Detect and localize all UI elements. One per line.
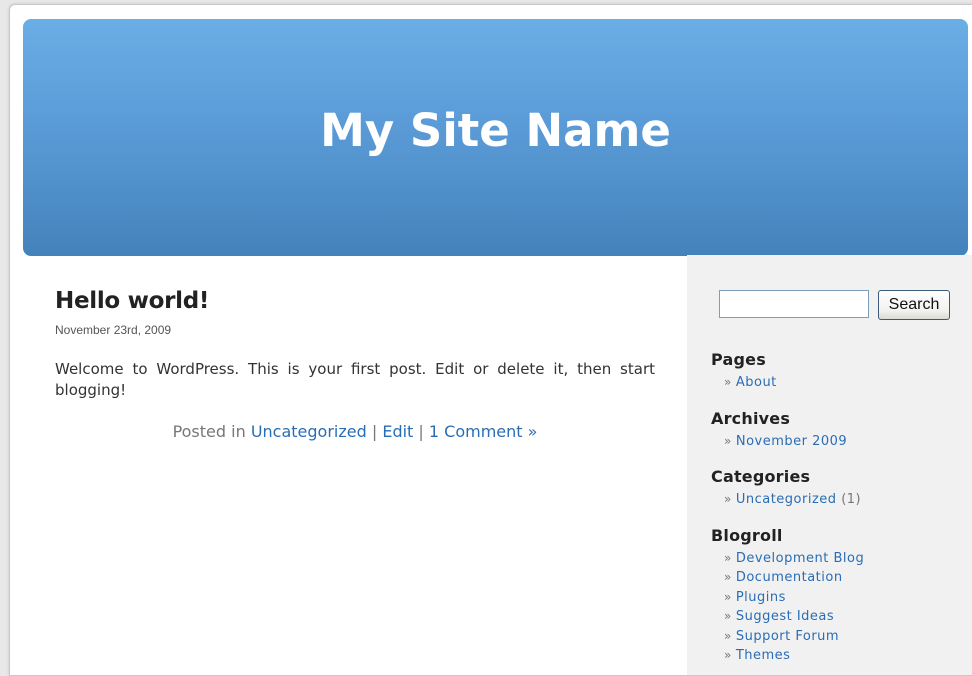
page-link-about[interactable]: About xyxy=(736,375,777,390)
archives-widget: Archives » November 2009 xyxy=(711,409,961,452)
archives-list: » November 2009 xyxy=(724,432,961,452)
raquo-icon: » xyxy=(724,609,732,623)
raquo-icon: » xyxy=(724,628,732,643)
sidebar-widgets: Pages » About Archives » November 2009 Cat… xyxy=(711,350,961,675)
search-button[interactable]: Search xyxy=(878,290,950,320)
list-item: » Development Blog xyxy=(724,549,961,569)
pages-heading: Pages xyxy=(711,350,766,369)
site-header: My Site Name xyxy=(23,19,968,256)
category-link[interactable]: Uncategorized xyxy=(251,422,367,441)
blogroll-link-plugins[interactable]: Plugins xyxy=(736,590,786,605)
raquo-icon: » xyxy=(724,550,732,565)
categories-heading: Categories xyxy=(711,467,811,486)
post: Hello world! November 23rd, 2009 Welcome… xyxy=(55,288,655,441)
blogroll-link-suggest-ideas[interactable]: Suggest Ideas xyxy=(736,609,834,624)
blogroll-link-documentation[interactable]: Documentation xyxy=(736,570,843,585)
blogroll-heading: Blogroll xyxy=(711,525,783,545)
edit-link[interactable]: Edit xyxy=(382,422,413,441)
sidebar: Search Pages » About Archives » November 2… xyxy=(687,255,972,675)
raquo-icon: » xyxy=(724,433,732,448)
pages-list: » About xyxy=(724,373,961,393)
post-content: Welcome to WordPress. This is your first… xyxy=(55,360,655,399)
archive-link-november-2009[interactable]: November 2009 xyxy=(736,434,847,449)
post-meta: Posted in Uncategorized | Edit | 1 Comme… xyxy=(55,422,655,441)
category-count: (1) xyxy=(841,492,862,507)
main-content: Hello world! November 23rd, 2009 Welcome… xyxy=(55,288,655,441)
category-link-uncategorized[interactable]: Uncategorized xyxy=(736,492,837,507)
categories-widget: Categories » Uncategorized (1) xyxy=(711,467,961,510)
search-input[interactable] xyxy=(719,290,869,318)
raquo-icon: » xyxy=(724,375,732,389)
meta-separator: | xyxy=(371,422,378,441)
site-title-link[interactable]: My Site Name xyxy=(23,104,968,157)
blogroll-list: » Development Blog » Documentation » Plugin… xyxy=(724,549,961,666)
raquo-icon: » xyxy=(724,648,732,662)
pages-widget: Pages » About xyxy=(711,350,961,393)
post-date: November 23rd, 2009 xyxy=(55,323,172,337)
list-item: » Suggest Ideas xyxy=(724,607,961,627)
raquo-icon: » xyxy=(724,492,732,506)
list-item: » Uncategorized (1) xyxy=(724,490,961,510)
list-item: » About xyxy=(724,373,961,393)
list-item: » November 2009 xyxy=(724,432,961,452)
raquo-icon: » xyxy=(724,570,732,584)
raquo-icon: » xyxy=(724,589,732,604)
posted-in-label: Posted in xyxy=(172,422,246,441)
categories-list: » Uncategorized (1) xyxy=(724,490,961,510)
blogroll-link-development-blog[interactable]: Development Blog xyxy=(736,551,864,566)
page: My Site Name Hello world! November 23rd,… xyxy=(9,4,972,676)
post-title[interactable]: Hello world! xyxy=(55,288,655,314)
archives-heading: Archives xyxy=(711,408,791,428)
list-item: » Support Forum xyxy=(724,627,961,647)
comments-link[interactable]: 1 Comment » xyxy=(429,422,538,441)
list-item: » Documentation xyxy=(724,568,961,588)
meta-separator: | xyxy=(418,422,424,441)
blogroll-widget: Blogroll » Development Blog » Documentatio… xyxy=(711,526,961,666)
blogroll-link-support-forum[interactable]: Support Forum xyxy=(736,629,839,644)
list-item: » Plugins xyxy=(724,588,961,608)
